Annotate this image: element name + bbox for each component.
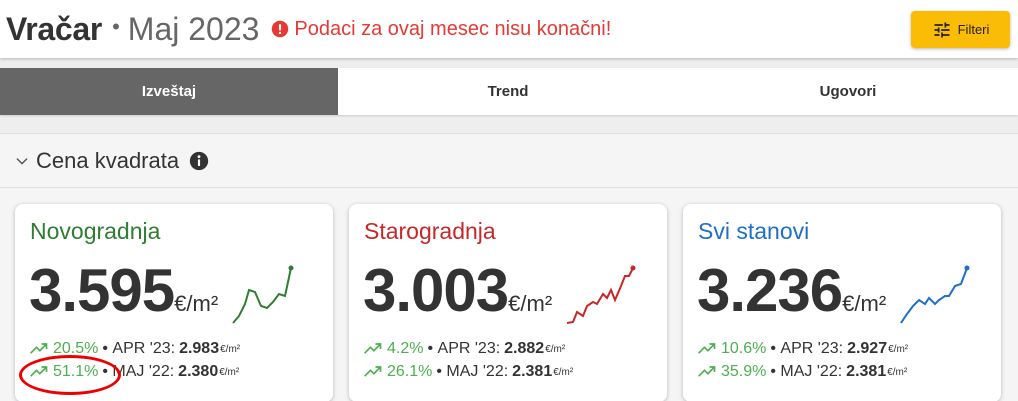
period-title: Maj 2023	[127, 10, 260, 47]
tab-izvestaj[interactable]: Izveštaj	[0, 68, 338, 115]
card-svi-stanovi: Svi stanovi 3.236€/m² 10.6% • APR '23: 2.…	[683, 204, 1001, 401]
stat-unit: €/m²	[545, 343, 566, 355]
stat-value: 2.882	[504, 340, 545, 357]
stat-unit: €/m²	[219, 366, 240, 378]
stat-year: 35.9% • MAJ '22: 2.381 €/m²	[697, 363, 907, 381]
trending-up-icon	[30, 343, 48, 354]
stat-percent: 51.1%	[53, 363, 99, 380]
stat-percent: 4.2%	[387, 340, 424, 357]
warning-message: Podaci za ovaj mesec nisu konačni!	[271, 18, 611, 41]
stat-value: 2.927	[847, 340, 888, 357]
price-value: 3.236€/m²	[697, 257, 887, 324]
location-title: Vračar	[6, 10, 103, 47]
stat-year: 51.1% • MAJ '22: 2.380 €/m²	[29, 363, 239, 381]
tab-ugovori[interactable]: Ugovori	[678, 68, 1018, 115]
title-separator: •	[112, 14, 120, 39]
price-unit: €/m²	[508, 291, 553, 316]
card-title: Svi stanovi	[698, 218, 810, 244]
section-divider	[0, 187, 1018, 188]
stat-unit: €/m²	[888, 343, 909, 355]
price-section: Cena kvadrata Novogradnja 3.595€/m² 20.5…	[0, 133, 1018, 401]
section-header[interactable]: Cena kvadrata	[14, 148, 209, 174]
stat-percent: 26.1%	[387, 363, 433, 380]
trending-up-icon	[698, 343, 716, 354]
trending-up-icon	[30, 366, 48, 377]
stat-value: 2.380	[178, 363, 219, 380]
header-bar: Vračar • Maj 2023 Podaci za ovaj mesec n…	[0, 0, 1018, 58]
trending-up-icon	[364, 366, 382, 377]
warning-text: Podaci za ovaj mesec nisu konačni!	[294, 17, 612, 40]
card-title: Novogradnja	[30, 218, 161, 244]
stat-value: 2.381	[512, 363, 553, 380]
info-icon[interactable]	[189, 151, 209, 171]
card-novogradnja: Novogradnja 3.595€/m² 20.5% • APR '23: 2.…	[15, 204, 333, 401]
stat-label: MAJ '22:	[446, 363, 509, 380]
sparkline	[566, 265, 636, 324]
price-value: 3.003€/m²	[363, 257, 553, 324]
stat-unit: €/m²	[887, 366, 908, 378]
stat-label: APR '23:	[780, 340, 844, 357]
tab-trend[interactable]: Trend	[338, 68, 678, 115]
sparkline	[232, 265, 294, 324]
stat-label: MAJ '22:	[780, 363, 843, 380]
stat-label: APR '23:	[437, 340, 501, 357]
stat-percent: 20.5%	[53, 340, 99, 357]
price-unit: €/m²	[174, 291, 219, 316]
stat-percent: 10.6%	[721, 340, 767, 357]
stat-label: APR '23:	[112, 340, 176, 357]
stat-label: MAJ '22:	[112, 363, 175, 380]
stat-value: 2.983	[179, 340, 220, 357]
filter-button[interactable]: Filteri	[911, 11, 1010, 48]
trending-up-icon	[364, 343, 382, 354]
card-starogradnja: Starogradnja 3.003€/m² 4.2% • APR '23: 2.…	[349, 204, 667, 401]
section-title: Cena kvadrata	[36, 148, 180, 173]
tab-bar: Izveštaj Trend Ugovori	[0, 68, 1018, 115]
tune-icon	[934, 22, 950, 37]
filter-button-label: Filteri	[957, 22, 990, 37]
stat-month: 4.2% • APR '23: 2.882 €/m²	[363, 340, 565, 358]
sparkline	[900, 265, 970, 324]
stat-month: 10.6% • APR '23: 2.927 €/m²	[697, 340, 908, 358]
alert-icon	[272, 20, 289, 38]
stat-year: 26.1% • MAJ '22: 2.381 €/m²	[363, 363, 573, 381]
chevron-down-icon	[16, 158, 28, 165]
stat-value: 2.381	[846, 363, 887, 380]
price-value: 3.595€/m²	[29, 257, 219, 324]
price-unit: €/m²	[842, 291, 887, 316]
stat-month: 20.5% • APR '23: 2.983 €/m²	[29, 340, 240, 358]
trending-up-icon	[698, 366, 716, 377]
card-title: Starogradnja	[364, 218, 496, 244]
stat-unit: €/m²	[553, 366, 574, 378]
stat-percent: 35.9%	[721, 363, 767, 380]
stat-unit: €/m²	[220, 343, 241, 355]
